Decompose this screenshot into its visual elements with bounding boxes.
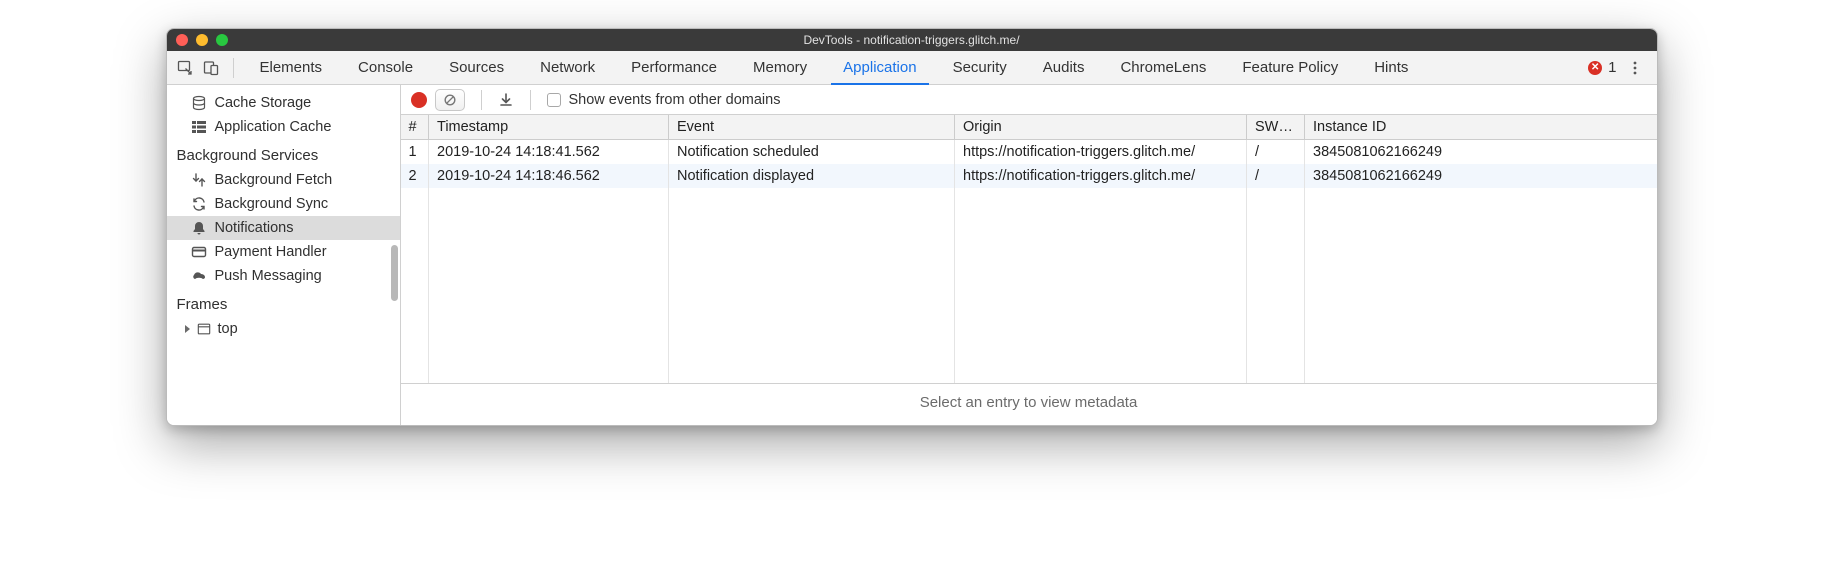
background-sync-icon bbox=[191, 196, 207, 212]
panel-tab-hints[interactable]: Hints bbox=[1360, 51, 1422, 84]
panel-tab-application[interactable]: Application bbox=[829, 51, 930, 84]
sidebar-item-label: Push Messaging bbox=[215, 268, 322, 284]
clear-icon bbox=[442, 92, 458, 108]
panel-tab-sources[interactable]: Sources bbox=[435, 51, 518, 84]
content-area: Cache Storage Application Cache Backgrou… bbox=[167, 85, 1657, 425]
panel-tab-elements[interactable]: Elements bbox=[246, 51, 337, 84]
table-row[interactable]: 22019-10-24 14:18:46.562Notification dis… bbox=[401, 164, 1657, 188]
sidebar-item-label: Notifications bbox=[215, 220, 294, 236]
events-table: # Timestamp Event Origin SW … Instance I… bbox=[401, 115, 1657, 425]
payment-handler-icon bbox=[191, 244, 207, 260]
panel-tab-security[interactable]: Security bbox=[939, 51, 1021, 84]
cell-instance: 3845081062166249 bbox=[1305, 164, 1657, 188]
push-messaging-icon bbox=[191, 268, 207, 284]
record-button[interactable] bbox=[411, 92, 427, 108]
table-header-row: # Timestamp Event Origin SW … Instance I… bbox=[401, 115, 1657, 140]
clear-button[interactable] bbox=[435, 89, 465, 111]
panel-tab-memory[interactable]: Memory bbox=[739, 51, 821, 84]
frames-top-item[interactable]: top bbox=[167, 317, 400, 341]
table-row[interactable]: 12019-10-24 14:18:41.562Notification sch… bbox=[401, 140, 1657, 165]
panel-tab-audits[interactable]: Audits bbox=[1029, 51, 1099, 84]
panel-tab-feature-policy[interactable]: Feature Policy bbox=[1228, 51, 1352, 84]
cell-event: Notification displayed bbox=[669, 164, 955, 188]
sidebar-scrollbar-thumb[interactable] bbox=[391, 245, 398, 301]
divider bbox=[233, 58, 234, 78]
cell-sw: / bbox=[1247, 164, 1305, 188]
error-count: 1 bbox=[1608, 59, 1616, 76]
error-badge[interactable]: ✕ 1 bbox=[1588, 59, 1616, 76]
cell-event: Notification scheduled bbox=[669, 140, 955, 165]
col-header-timestamp[interactable]: Timestamp bbox=[429, 115, 669, 140]
sidebar-item-payment-handler[interactable]: Payment Handler bbox=[167, 240, 400, 264]
panel-tab-console[interactable]: Console bbox=[344, 51, 427, 84]
cell-ts: 2019-10-24 14:18:46.562 bbox=[429, 164, 669, 188]
col-header-origin[interactable]: Origin bbox=[955, 115, 1247, 140]
close-button[interactable] bbox=[176, 34, 188, 46]
grid-icon bbox=[191, 119, 207, 135]
sidebar-heading-bg-services: Background Services bbox=[167, 139, 400, 168]
main-panel: Show events from other domains # Timesta… bbox=[401, 85, 1657, 425]
zoom-button[interactable] bbox=[216, 34, 228, 46]
col-header-index[interactable]: # bbox=[401, 115, 429, 140]
panel-tab-network[interactable]: Network bbox=[526, 51, 609, 84]
sidebar-item-notifications[interactable]: Notifications bbox=[167, 216, 400, 240]
sidebar-item-background-sync[interactable]: Background Sync bbox=[167, 192, 400, 216]
cell-origin: https://notification-triggers.glitch.me/ bbox=[955, 164, 1247, 188]
sidebar-heading-frames: Frames bbox=[167, 288, 400, 317]
events-toolbar: Show events from other domains bbox=[401, 85, 1657, 115]
frames-top-label: top bbox=[218, 321, 238, 337]
sidebar-item-label: Application Cache bbox=[215, 119, 332, 135]
application-sidebar: Cache Storage Application Cache Backgrou… bbox=[167, 85, 401, 425]
sidebar-item-application-cache[interactable]: Application Cache bbox=[167, 115, 400, 139]
col-header-event[interactable]: Event bbox=[669, 115, 955, 140]
sidebar-item-label: Background Sync bbox=[215, 196, 329, 212]
sidebar-item-label: Background Fetch bbox=[215, 172, 333, 188]
sidebar-item-cache-storage[interactable]: Cache Storage bbox=[167, 91, 400, 115]
panel-tabs: ElementsConsoleSourcesNetworkPerformance… bbox=[242, 51, 1427, 84]
inspect-element-icon[interactable] bbox=[177, 60, 193, 76]
device-toolbar-icon[interactable] bbox=[203, 60, 219, 76]
cell-instance: 3845081062166249 bbox=[1305, 140, 1657, 165]
download-button[interactable] bbox=[498, 92, 514, 108]
sidebar-item-push-messaging[interactable]: Push Messaging bbox=[167, 264, 400, 288]
show-other-domains-checkbox[interactable] bbox=[547, 93, 561, 107]
show-other-domains-label: Show events from other domains bbox=[569, 92, 781, 108]
disclosure-triangle-icon[interactable] bbox=[185, 325, 190, 333]
panel-tab-chromelens[interactable]: ChromeLens bbox=[1106, 51, 1220, 84]
database-icon bbox=[191, 95, 207, 111]
minimize-button[interactable] bbox=[196, 34, 208, 46]
metadata-hint: Select an entry to view metadata bbox=[401, 383, 1657, 425]
titlebar: DevTools - notification-triggers.glitch.… bbox=[167, 29, 1657, 51]
col-header-instance[interactable]: Instance ID bbox=[1305, 115, 1657, 140]
notifications-icon bbox=[191, 220, 207, 236]
panel-tab-performance[interactable]: Performance bbox=[617, 51, 731, 84]
cell-ts: 2019-10-24 14:18:41.562 bbox=[429, 140, 669, 165]
sidebar-item-label: Payment Handler bbox=[215, 244, 327, 260]
col-header-sw[interactable]: SW … bbox=[1247, 115, 1305, 140]
cell-origin: https://notification-triggers.glitch.me/ bbox=[955, 140, 1247, 165]
table-empty-space bbox=[401, 188, 1657, 383]
cell-sw: / bbox=[1247, 140, 1305, 165]
sidebar-item-background-fetch[interactable]: Background Fetch bbox=[167, 168, 400, 192]
cell-idx: 1 bbox=[401, 140, 429, 165]
sidebar-item-label: Cache Storage bbox=[215, 95, 312, 111]
devtools-tabstrip: ElementsConsoleSourcesNetworkPerformance… bbox=[167, 51, 1657, 85]
cell-idx: 2 bbox=[401, 164, 429, 188]
window-icon bbox=[196, 321, 212, 337]
more-menu-icon[interactable] bbox=[1627, 60, 1643, 76]
divider bbox=[530, 90, 531, 110]
divider bbox=[481, 90, 482, 110]
background-fetch-icon bbox=[191, 172, 207, 188]
traffic-lights bbox=[176, 34, 228, 46]
devtools-window: DevTools - notification-triggers.glitch.… bbox=[166, 28, 1658, 426]
window-title: DevTools - notification-triggers.glitch.… bbox=[803, 33, 1019, 47]
error-icon: ✕ bbox=[1588, 61, 1602, 75]
